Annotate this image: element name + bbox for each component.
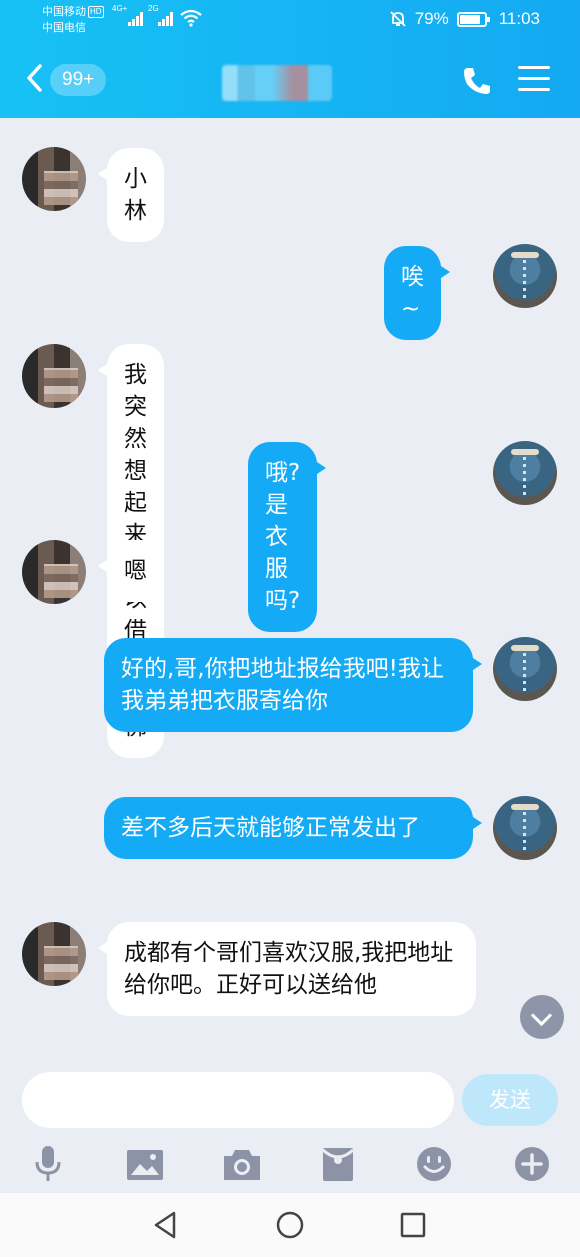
menu-icon[interactable] [518,66,550,94]
camera-icon[interactable] [220,1144,264,1184]
battery-percent: 79% [414,9,449,28]
my-avatar[interactable] [493,244,557,308]
status-bar: 中国移动 HD 中国电信 4G+ 2G 79% 11:03 [0,0,580,40]
nav-home-icon[interactable] [274,1209,306,1241]
status-right: 79% 11:03 [389,9,540,29]
phone-call-icon[interactable] [460,64,494,98]
contact-avatar[interactable] [22,922,86,986]
my-avatar[interactable] [493,796,557,860]
microphone-icon[interactable] [26,1144,70,1184]
send-button[interactable]: 发送 [462,1074,558,1126]
unread-count-badge[interactable]: 99+ [50,64,107,96]
carrier-2: 中国电信 [42,22,86,34]
image-icon[interactable] [123,1144,167,1184]
message-input[interactable] [22,1072,454,1128]
contact-name-blurred [222,65,332,101]
plus-icon[interactable] [510,1144,554,1184]
message-bubble[interactable]: 唉~ [384,246,450,340]
nav-recents-icon[interactable] [397,1209,429,1241]
back-arrow-icon[interactable] [22,62,48,94]
message-bubble[interactable]: 成都有个哥们喜欢汉服,我把地址给你吧。正好可以送给他 [98,922,476,1016]
message-bubble[interactable]: 哦?是衣服吗? [248,442,327,632]
message-bubble[interactable]: 差不多后天就能够正常发出了 [104,797,482,859]
nav-back-icon[interactable] [150,1209,182,1241]
my-avatar[interactable] [493,441,557,505]
clock: 11:03 [498,9,540,28]
network-2-label: 2G [148,4,159,13]
contact-avatar[interactable] [22,540,86,604]
mute-bell-icon [390,11,406,27]
signal-icon-2: 2G [148,4,173,26]
wifi-icon [180,9,202,27]
carrier-1: 中国移动 [42,6,86,18]
carrier-info: 中国移动 HD 中国电信 [42,4,104,36]
contact-avatar[interactable] [22,147,86,211]
my-avatar[interactable] [493,637,557,701]
signal-icon: 4G+ [112,4,143,26]
network-1-label: 4G+ [112,4,128,13]
hd-badge: HD [88,6,104,18]
contact-avatar[interactable] [22,344,86,408]
scroll-to-bottom-button[interactable] [520,995,564,1039]
battery-icon [456,11,490,27]
chat-header: 99+ [0,40,580,118]
system-nav-bar [0,1193,580,1257]
input-toolbar [0,1140,580,1192]
emoji-icon[interactable] [412,1144,456,1184]
message-bubble[interactable]: 小林 [98,148,164,242]
message-bubble[interactable]: 嗯 [98,540,164,602]
red-packet-icon[interactable] [316,1144,360,1184]
message-bubble[interactable]: 好的,哥,你把地址报给我吧!我让我弟弟把衣服寄给你 [104,638,482,732]
